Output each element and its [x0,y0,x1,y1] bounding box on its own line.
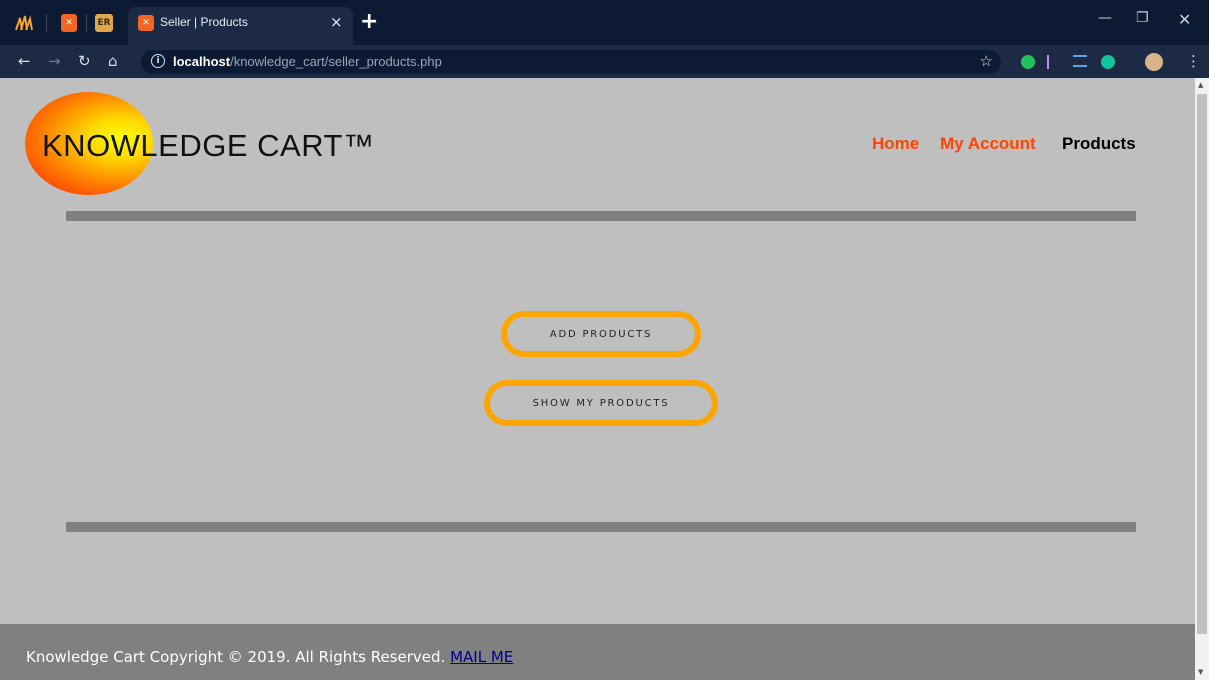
browser-toolbar: ← → ↻ ⌂ i localhost/knowledge_cart/selle… [0,45,1209,78]
xampp-icon[interactable] [14,14,34,32]
menu-icon[interactable]: ⋮ [1186,52,1201,70]
grammarly-icon[interactable] [1101,55,1115,69]
scroll-down-icon[interactable]: ▼ [1198,668,1203,676]
site-logo-text: KNOWLEDGE CART™ [42,128,375,163]
page-scrollbar[interactable]: ▲ ▼ [1195,78,1209,680]
extension-green-icon[interactable] [1021,55,1035,69]
scroll-up-icon[interactable]: ▲ [1198,81,1203,89]
nav-products[interactable]: Products [1062,134,1136,154]
restore-icon[interactable]: ❐ [1136,10,1149,26]
browser-tab-bar: ✕ ER ✕ Seller | Products × + — ❐ ✕ [0,0,1209,45]
scrollbar-thumb[interactable] [1197,94,1207,634]
xampp-favicon-icon: ✕ [138,15,154,31]
tab-separator [46,14,47,32]
bottom-divider [66,522,1136,532]
extension-layers-icon[interactable] [1073,55,1087,67]
add-products-button[interactable]: ADD PRODUCTS [501,311,701,357]
address-bar[interactable]: i localhost/knowledge_cart/seller_produc… [141,50,1001,74]
mail-me-link[interactable]: MAIL ME [450,648,513,666]
new-tab-icon[interactable]: + [360,9,378,34]
tab-title: Seller | Products [160,15,248,29]
forward-icon[interactable]: → [48,52,61,70]
bookmark-star-icon[interactable]: ☆ [980,52,993,70]
reload-icon[interactable]: ↻ [78,52,91,70]
nav-home[interactable]: Home [872,134,919,154]
profile-avatar-icon[interactable] [1145,53,1163,71]
minimize-icon[interactable]: — [1098,10,1112,26]
copyright-text: Knowledge Cart Copyright © 2019. All Rig… [26,648,446,666]
info-icon[interactable]: i [151,54,165,68]
close-tab-icon[interactable]: × [330,13,343,31]
nav-my-account[interactable]: My Account [940,134,1036,154]
er-icon[interactable]: ER [95,14,113,32]
top-divider [66,211,1136,221]
url-text[interactable]: localhost/knowledge_cart/seller_products… [173,54,442,69]
show-my-products-button[interactable]: SHOW MY PRODUCTS [484,380,718,426]
tab-separator [86,14,87,32]
xampp-tab-icon[interactable]: ✕ [61,14,77,32]
back-icon[interactable]: ← [18,52,31,70]
footer: Knowledge Cart Copyright © 2019. All Rig… [0,624,1195,680]
tab-seller-products[interactable]: ✕ Seller | Products × [128,7,353,45]
close-window-icon[interactable]: ✕ [1178,10,1191,29]
home-icon[interactable]: ⌂ [108,52,118,70]
extension-flag-icon[interactable] [1047,55,1059,69]
footer-text: Knowledge Cart Copyright © 2019. All Rig… [26,648,513,666]
